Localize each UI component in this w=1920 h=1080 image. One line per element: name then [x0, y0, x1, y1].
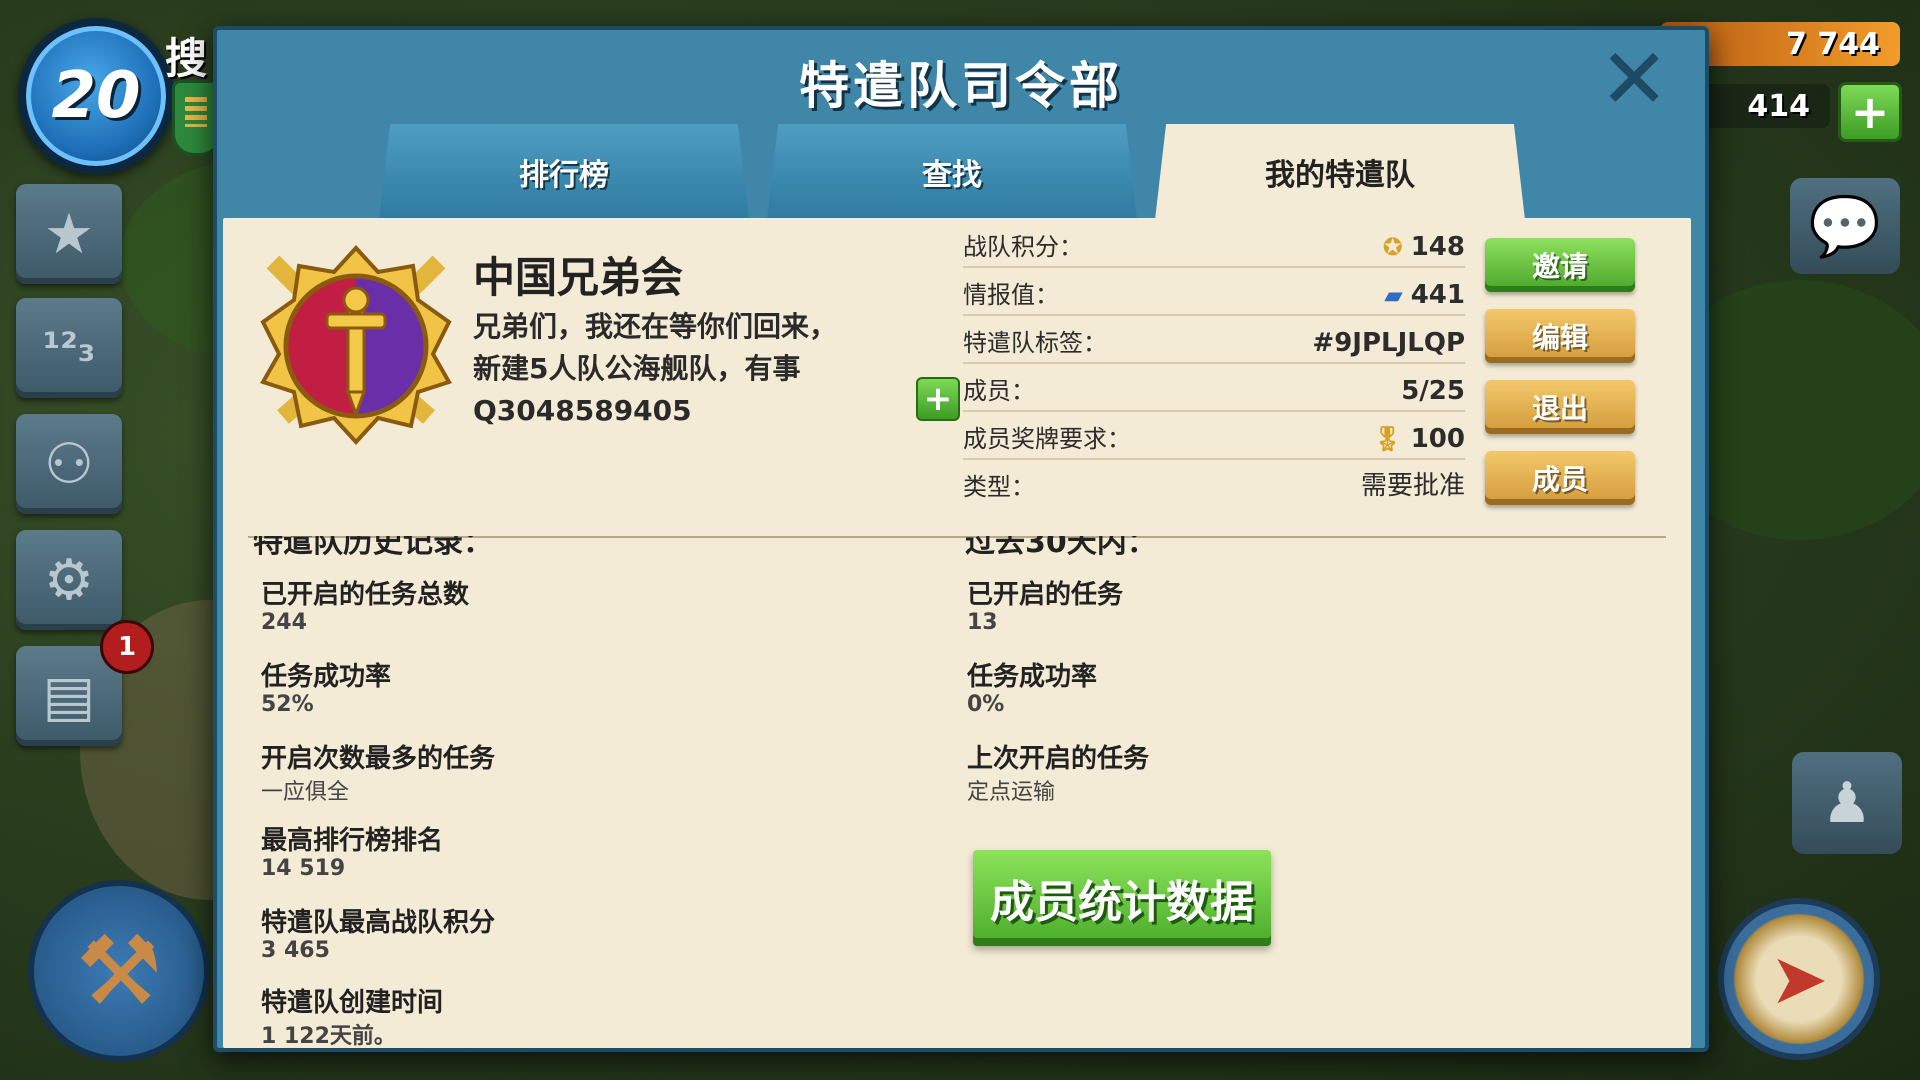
stat-value: 需要批准 [1360, 471, 1465, 501]
player-level: 20 [51, 59, 141, 133]
task-force-emblem [260, 245, 452, 445]
stat-label: 情报值： [963, 281, 1059, 309]
history-item-label: 特遣队创建时间 [261, 988, 444, 1018]
tab-search[interactable]: 查找 [767, 124, 1137, 220]
recent-item-value: 13 [967, 610, 998, 635]
tab-leaderboard[interactable]: 排行榜 [379, 124, 749, 220]
history-item-label: 已开启的任务总数 [261, 580, 470, 610]
tab-label: 排行榜 [519, 158, 609, 193]
leave-button[interactable]: 退出 [1485, 380, 1635, 434]
history-item-value: 14 519 [261, 856, 346, 881]
player-name: 搜 [165, 34, 208, 83]
members-button[interactable]: 成员 [1485, 451, 1635, 505]
history-item-value: 1 122天前。 [261, 1024, 396, 1049]
tab-label: 我的特遣队 [1265, 158, 1415, 193]
build-button[interactable]: ⚒ [28, 880, 210, 1062]
stat-value: #9JPLJLQP [1312, 328, 1465, 358]
leaderboard-button[interactable]: ¹²₃ [16, 298, 122, 398]
dialog-title: 特遣队司令部 [799, 57, 1123, 115]
stat-label: 成员奖牌要求： [963, 425, 1131, 453]
stat-label: 成员： [963, 377, 1035, 405]
history-item-value: 3 465 [261, 938, 330, 963]
close-button[interactable]: ✕ [1599, 37, 1669, 121]
tab-my-task-force[interactable]: 我的特遣队 [1155, 124, 1525, 220]
recent-item-value: 0% [967, 692, 1005, 717]
buy-diamonds-button[interactable]: + [1838, 82, 1902, 142]
task-force-panel: 中国兄弟会 兄弟们，我还在等你们回来， 新建5人队公海舰队，有事 Q304858… [223, 218, 1691, 1049]
stat-label: 类型： [963, 473, 1035, 501]
compass-button[interactable]: ➤ [1718, 898, 1880, 1060]
stat-value: 100 [1410, 424, 1465, 454]
troops-button[interactable]: ♟ [1792, 752, 1902, 854]
star-ranking-button[interactable]: ★ [16, 184, 122, 284]
stat-value: 148 [1410, 232, 1465, 262]
edit-button[interactable]: 编辑 [1485, 309, 1635, 363]
history-item-value: 一应俱全 [261, 780, 350, 805]
plus-icon: + [1850, 85, 1890, 139]
tab-label: 查找 [922, 158, 982, 193]
stat-label: 特遣队标签： [963, 329, 1107, 357]
invite-button[interactable]: 邀请 [1485, 238, 1635, 292]
add-member-button[interactable]: + [916, 377, 960, 421]
member-stats-button[interactable]: 成员统计数据 [973, 850, 1271, 946]
stat-row-type: 类型： 需要批准 [963, 458, 1465, 506]
intel-icon: ▰ [1384, 281, 1403, 309]
player-level-badge[interactable]: 20 [18, 18, 174, 174]
news-notification-badge: 1 [100, 620, 154, 674]
soldiers-icon: ♟ [1821, 770, 1873, 836]
history-item-label: 最高排行榜排名 [261, 826, 444, 856]
task-force-description: 兄弟们，我还在等你们回来， 新建5人队公海舰队，有事 Q3048589405 [473, 310, 838, 427]
emblem-points-icon: ✪ [1382, 233, 1403, 261]
recent-item-value: 定点运输 [967, 780, 1056, 805]
star-icon: ★ [43, 201, 95, 267]
task-force-button[interactable]: ⚇ [16, 414, 122, 514]
chat-button[interactable]: 💬 [1790, 178, 1900, 274]
stat-label: 战队积分： [963, 233, 1083, 261]
history-item-value: 244 [261, 610, 307, 635]
plus-icon: + [923, 379, 953, 419]
stat-row-medal-req: 成员奖牌要求： 🎖 100 [963, 410, 1465, 460]
stat-value: 441 [1410, 280, 1465, 310]
group-icon: ⚇ [43, 431, 95, 497]
history-title: 特遣队历史记录： [253, 536, 493, 558]
stat-row-tag: 特遣队标签： #9JPLJLQP [963, 314, 1465, 364]
compass-icon: ➤ [1769, 938, 1829, 1020]
stat-row-intel: 情报值： ▰ 441 [963, 266, 1465, 316]
recent-item-label: 已开启的任务 [967, 580, 1124, 610]
history-item-label: 特遣队最高战队积分 [261, 908, 496, 938]
settings-button[interactable]: ⚙ [16, 530, 122, 630]
podium-icon: ¹²₃ [42, 325, 96, 371]
medal-icon: 🎖 [1372, 425, 1403, 453]
gear-icon: ⚙ [43, 547, 95, 613]
history-item-label: 开启次数最多的任务 [261, 744, 496, 774]
history-item-value: 52% [261, 692, 314, 717]
recent-title: 过去30天内： [965, 536, 1157, 558]
task-force-name: 中国兄弟会 [473, 253, 684, 302]
stat-value: 5/25 [1401, 376, 1465, 406]
recent-item-label: 任务成功率 [967, 662, 1098, 692]
stat-row-members: 成员： 5/25 [963, 362, 1465, 412]
hammer-icon: ⚒ [75, 915, 163, 1027]
newspaper-icon: ▤ [42, 663, 96, 729]
task-force-hq-dialog: 特遣队司令部 ✕ 排行榜 查找 我的特遣队 中国兄弟会 兄弟们，我还在等你们回来… [213, 26, 1709, 1052]
history-item-label: 任务成功率 [261, 662, 392, 692]
close-icon: ✕ [1599, 30, 1670, 128]
diamond-amount: 414 [1747, 88, 1810, 124]
recent-item-label: 上次开启的任务 [967, 744, 1150, 774]
stat-row-points: 战队积分： ✪ 148 [963, 218, 1465, 268]
gold-amount: 7 744 [1786, 26, 1880, 62]
chat-bubble-icon: 💬 [1808, 191, 1882, 260]
